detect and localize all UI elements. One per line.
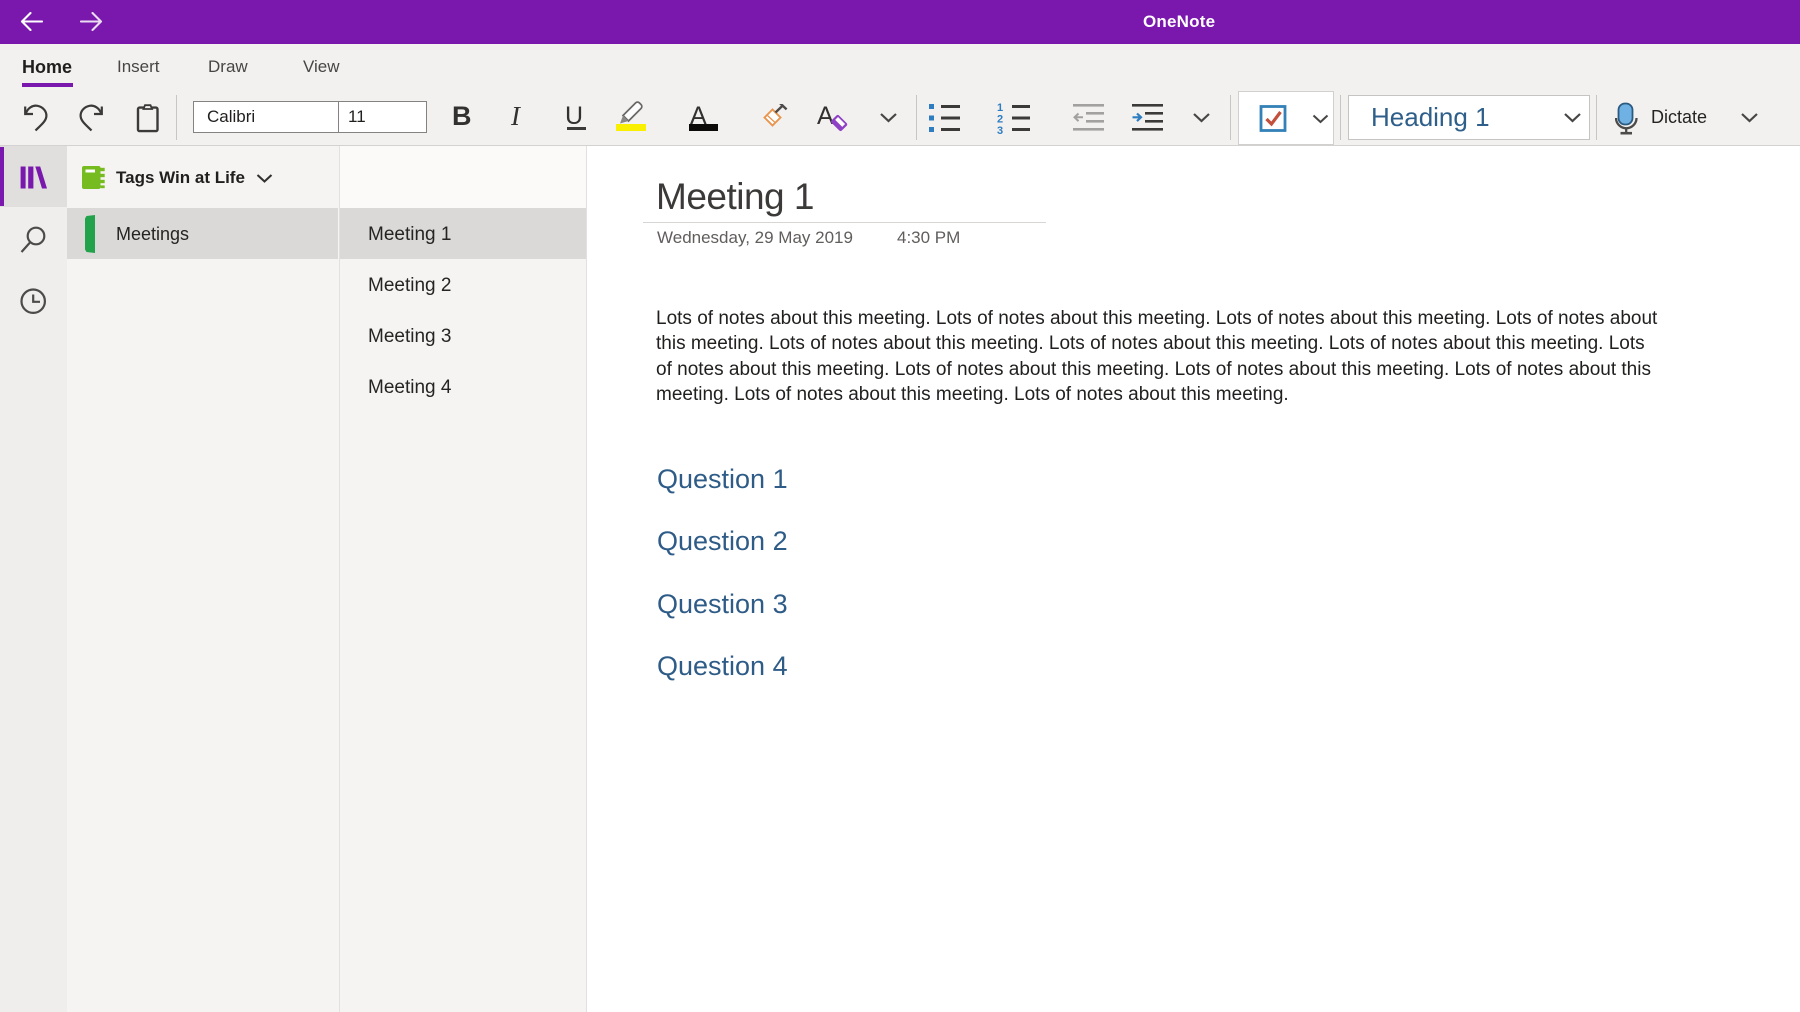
svg-text:1: 1	[997, 102, 1003, 114]
svg-text:3: 3	[997, 125, 1003, 134]
svg-text:2: 2	[997, 114, 1003, 126]
